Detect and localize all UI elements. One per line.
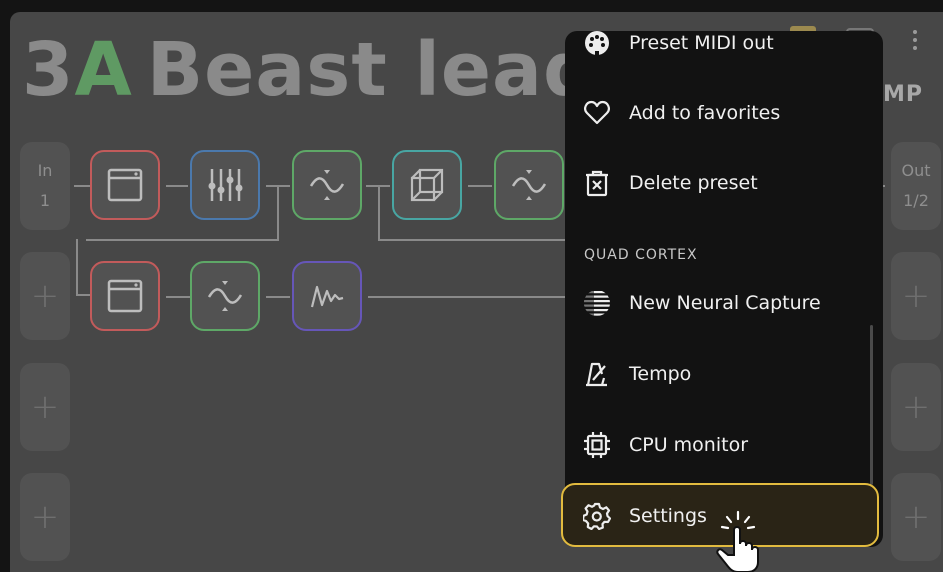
eq-sliders-icon bbox=[208, 169, 243, 201]
menu-item-label: CPU monitor bbox=[629, 434, 749, 456]
signal-wire bbox=[166, 185, 188, 187]
signal-wire bbox=[166, 296, 190, 298]
menu-item-label: Tempo bbox=[629, 363, 692, 385]
input-value: 1 bbox=[39, 191, 51, 210]
amp-block-row2[interactable] bbox=[90, 261, 160, 331]
pitch-modulation-block-2[interactable] bbox=[494, 150, 564, 220]
menu-item-tempo[interactable]: Tempo bbox=[565, 346, 883, 402]
amp-label-fragment: MP bbox=[883, 82, 924, 107]
add-row-4-input[interactable]: + bbox=[20, 473, 70, 561]
gear-icon bbox=[583, 502, 611, 530]
split-wire bbox=[277, 186, 279, 241]
metronome-icon bbox=[583, 360, 611, 388]
wave-arrows-icon bbox=[309, 170, 345, 200]
signal-wire bbox=[74, 185, 90, 187]
trash-icon bbox=[583, 169, 611, 197]
merge-wire bbox=[378, 239, 566, 241]
more-options-button[interactable] bbox=[905, 26, 925, 56]
menu-item-new-neural-capture[interactable]: New Neural Capture bbox=[565, 275, 883, 331]
reverb-block-row2[interactable] bbox=[292, 261, 362, 331]
preset-name: Beast lead bbox=[146, 27, 597, 113]
add-icon: + bbox=[30, 387, 60, 427]
cube-icon bbox=[410, 168, 444, 202]
add-icon: + bbox=[30, 276, 60, 316]
output-slot[interactable]: Out 1/2 bbox=[891, 142, 941, 230]
output-value: 1/2 bbox=[903, 191, 929, 210]
menu-item-delete-preset[interactable]: Delete preset bbox=[565, 155, 883, 211]
pitch-modulation-block-row2[interactable] bbox=[190, 261, 260, 331]
heart-icon bbox=[583, 99, 611, 127]
cab-block[interactable] bbox=[392, 150, 462, 220]
add-row-2-input[interactable]: + bbox=[20, 252, 70, 340]
amp-icon bbox=[107, 279, 143, 313]
add-row-3-input[interactable]: + bbox=[20, 363, 70, 451]
split-wire bbox=[86, 239, 279, 241]
preset-title: 3A Beast lead bbox=[22, 30, 597, 110]
midi-plug-icon bbox=[583, 31, 611, 57]
eq-block[interactable] bbox=[190, 150, 260, 220]
add-row-3-output[interactable]: + bbox=[891, 363, 941, 451]
add-icon: + bbox=[901, 387, 931, 427]
scene-number: 3 bbox=[22, 27, 75, 113]
scene-letter: A bbox=[74, 27, 133, 113]
menu-item-cpu-monitor[interactable]: CPU monitor bbox=[565, 417, 883, 473]
pitch-modulation-block[interactable] bbox=[292, 150, 362, 220]
add-icon: + bbox=[901, 276, 931, 316]
menu-section-heading: QUAD CORTEX bbox=[584, 247, 698, 263]
input-slot[interactable]: In 1 bbox=[20, 142, 70, 230]
wave-arrows-icon bbox=[207, 281, 243, 311]
menu-item-label: Add to favorites bbox=[629, 102, 781, 124]
neural-capture-icon bbox=[583, 289, 611, 317]
hand-pointer-cursor-icon bbox=[716, 510, 759, 572]
amp-icon bbox=[107, 168, 143, 202]
menu-item-preset-midi-out[interactable]: Preset MIDI out bbox=[565, 31, 883, 71]
menu-item-label: Delete preset bbox=[629, 172, 758, 194]
signal-wire bbox=[468, 185, 492, 187]
split-wire bbox=[76, 239, 78, 296]
signal-wire bbox=[368, 296, 566, 298]
add-row-2-output[interactable]: + bbox=[891, 252, 941, 340]
signal-wire bbox=[266, 296, 290, 298]
menu-item-label: New Neural Capture bbox=[629, 292, 821, 314]
decay-wave-icon bbox=[310, 285, 344, 308]
preset-context-menu: Preset MIDI out Add to favorites Delete … bbox=[565, 31, 883, 547]
menu-item-label: Preset MIDI out bbox=[629, 32, 774, 54]
cpu-chip-icon bbox=[583, 431, 611, 459]
add-icon: + bbox=[901, 497, 931, 537]
menu-scrollbar[interactable] bbox=[870, 325, 873, 485]
wave-arrows-icon bbox=[511, 170, 547, 200]
add-row-4-output[interactable]: + bbox=[891, 473, 941, 561]
split-wire bbox=[76, 294, 90, 296]
menu-item-add-to-favorites[interactable]: Add to favorites bbox=[565, 85, 883, 141]
input-label: In bbox=[37, 161, 53, 180]
add-icon: + bbox=[30, 497, 60, 537]
amp-block[interactable] bbox=[90, 150, 160, 220]
output-label: Out bbox=[901, 161, 931, 180]
merge-wire bbox=[378, 186, 380, 241]
menu-item-label: Settings bbox=[629, 505, 707, 527]
